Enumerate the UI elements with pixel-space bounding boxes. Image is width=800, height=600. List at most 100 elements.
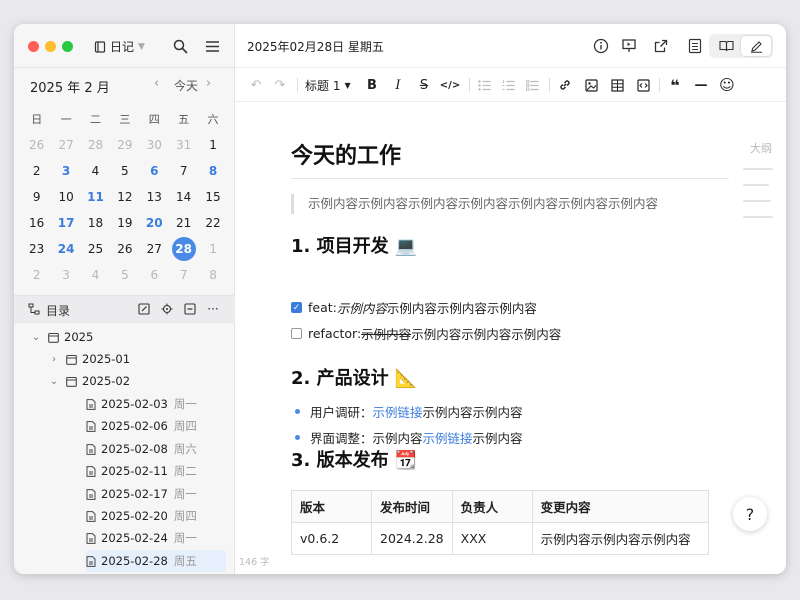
minimize-window-button[interactable] bbox=[45, 41, 56, 52]
calendar-day[interactable]: 9 bbox=[22, 184, 51, 210]
bold-button[interactable]: B bbox=[363, 75, 381, 95]
outline-marker[interactable] bbox=[743, 184, 769, 186]
calendar-day[interactable]: 27 bbox=[140, 236, 169, 262]
calendar-day-with-entry[interactable]: 8 bbox=[198, 158, 227, 184]
tree-folder-2025-02[interactable]: ⌄ 2025-02 bbox=[48, 370, 130, 392]
calendar-day[interactable]: 2 bbox=[22, 158, 51, 184]
heading-select[interactable]: 标题 1 ▼ bbox=[305, 75, 351, 95]
calendar-day[interactable]: 8 bbox=[198, 262, 227, 288]
tree-entry[interactable]: 2025-02-06 周四 bbox=[86, 415, 226, 437]
export-button[interactable] bbox=[651, 36, 671, 56]
calendar-day-with-entry[interactable]: 20 bbox=[140, 210, 169, 236]
calendar-day[interactable]: 26 bbox=[110, 236, 139, 262]
table-icon[interactable] bbox=[607, 75, 627, 95]
calendar-day-with-entry[interactable]: 6 bbox=[140, 158, 169, 184]
italic-button[interactable]: I bbox=[389, 75, 407, 95]
calendar-day[interactable]: 4 bbox=[81, 262, 110, 288]
collapse-all-button[interactable] bbox=[181, 300, 199, 318]
calendar-today-button[interactable]: 今天 bbox=[174, 77, 198, 94]
calendar-day[interactable]: 3 bbox=[51, 262, 80, 288]
calendar-day[interactable]: 4 bbox=[81, 158, 110, 184]
calendar-day[interactable]: 10 bbox=[51, 184, 80, 210]
calendar-day[interactable]: 29 bbox=[110, 132, 139, 158]
search-button[interactable] bbox=[170, 36, 190, 56]
redo-icon[interactable]: ↷ bbox=[271, 75, 289, 95]
quote-icon[interactable]: ❝ bbox=[665, 75, 685, 95]
menu-button[interactable] bbox=[202, 36, 222, 56]
tree-entry[interactable]: 2025-02-24 周一 bbox=[86, 527, 226, 549]
tree-entry[interactable]: 2025-02-03 周一 bbox=[86, 393, 226, 415]
tree-folder-2025-01[interactable]: › 2025-01 bbox=[48, 348, 130, 370]
calendar-day[interactable]: 6 bbox=[140, 262, 169, 288]
locate-button[interactable] bbox=[158, 300, 176, 318]
code-button[interactable]: </> bbox=[439, 75, 461, 95]
calendar-day[interactable]: 12 bbox=[110, 184, 139, 210]
calendar-day-with-entry[interactable]: 17 bbox=[51, 210, 80, 236]
calendar-day[interactable]: 26 bbox=[22, 132, 51, 158]
code-block-icon[interactable] bbox=[633, 75, 653, 95]
calendar-day[interactable]: 1 bbox=[198, 236, 227, 262]
notebook-selector[interactable]: 日记 ▼ bbox=[94, 38, 145, 55]
calendar-day[interactable]: 16 bbox=[22, 210, 51, 236]
tree-folder-2025[interactable]: ⌄ 2025 bbox=[30, 326, 93, 348]
calendar-day[interactable]: 5 bbox=[110, 158, 139, 184]
maximize-window-button[interactable] bbox=[62, 41, 73, 52]
calendar-day-selected[interactable]: 28 bbox=[169, 236, 198, 262]
close-window-button[interactable] bbox=[28, 41, 39, 52]
checkbox-checked[interactable]: ✓ bbox=[291, 302, 302, 313]
tree-entry[interactable]: 2025-02-11 周二 bbox=[86, 460, 226, 482]
numbered-list-icon[interactable] bbox=[499, 75, 517, 95]
table-cell[interactable]: XXX bbox=[451, 522, 533, 555]
calendar-day[interactable]: 7 bbox=[169, 262, 198, 288]
help-button[interactable]: ? bbox=[733, 497, 767, 531]
inline-link[interactable]: 示例链接 bbox=[373, 402, 423, 421]
calendar-day[interactable]: 15 bbox=[198, 184, 227, 210]
checkbox-unchecked[interactable] bbox=[291, 328, 302, 339]
bullet-list-icon[interactable] bbox=[475, 75, 493, 95]
calendar-day-with-entry[interactable]: 24 bbox=[51, 236, 80, 262]
more-icon[interactable]: ··· bbox=[204, 300, 222, 318]
calendar-day[interactable]: 21 bbox=[169, 210, 198, 236]
calendar-day[interactable]: 14 bbox=[169, 184, 198, 210]
strikethrough-button[interactable]: S bbox=[415, 75, 433, 95]
table-cell[interactable]: 2024.2.28 bbox=[371, 522, 453, 555]
calendar-day[interactable]: 27 bbox=[51, 132, 80, 158]
calendar-day[interactable]: 22 bbox=[198, 210, 227, 236]
table-cell[interactable]: v0.6.2 bbox=[291, 522, 372, 555]
chevron-left-icon[interactable]: ‹ bbox=[154, 76, 159, 91]
table-cell[interactable]: 示例内容示例内容示例内容 bbox=[531, 522, 709, 555]
link-icon[interactable] bbox=[555, 75, 575, 95]
calendar-day[interactable]: 19 bbox=[110, 210, 139, 236]
present-button[interactable] bbox=[619, 36, 639, 56]
info-button[interactable] bbox=[591, 36, 611, 56]
horizontal-rule-icon[interactable]: — bbox=[691, 75, 711, 95]
task-list-icon[interactable] bbox=[523, 75, 541, 95]
edit-mode-button[interactable] bbox=[741, 36, 771, 56]
tree-entry-active[interactable]: 2025-02-28 周五 bbox=[86, 550, 226, 572]
read-mode-button[interactable] bbox=[711, 36, 741, 56]
document-body[interactable]: 今天的工作 示例内容示例内容示例内容示例内容示例内容示例内容示例内容 1. 项目… bbox=[235, 102, 786, 574]
calendar-day[interactable]: 25 bbox=[81, 236, 110, 262]
outline-marker[interactable] bbox=[743, 168, 773, 170]
tree-entry[interactable]: 2025-02-17 周一 bbox=[86, 483, 226, 505]
calendar-day[interactable]: 1 bbox=[198, 132, 227, 158]
calendar-day[interactable]: 28 bbox=[81, 132, 110, 158]
new-note-button[interactable] bbox=[135, 300, 153, 318]
calendar-day[interactable]: 31 bbox=[169, 132, 198, 158]
calendar-day[interactable]: 23 bbox=[22, 236, 51, 262]
calendar-day-with-entry[interactable]: 11 bbox=[81, 184, 110, 210]
outline-label[interactable]: 大纲 bbox=[750, 140, 772, 156]
calendar-day[interactable]: 18 bbox=[81, 210, 110, 236]
calendar-day[interactable]: 30 bbox=[140, 132, 169, 158]
calendar-day-with-entry[interactable]: 3 bbox=[51, 158, 80, 184]
outline-marker[interactable] bbox=[743, 200, 771, 202]
emoji-icon[interactable]: ☺ bbox=[717, 75, 737, 95]
outline-marker[interactable] bbox=[743, 216, 773, 218]
undo-icon[interactable]: ↶ bbox=[247, 75, 265, 95]
image-icon[interactable] bbox=[581, 75, 601, 95]
calendar-day[interactable]: 7 bbox=[169, 158, 198, 184]
calendar-day[interactable]: 5 bbox=[110, 262, 139, 288]
document-outline-button[interactable] bbox=[685, 36, 705, 56]
tree-entry[interactable]: 2025-02-20 周四 bbox=[86, 505, 226, 527]
chevron-right-icon[interactable]: › bbox=[206, 76, 211, 91]
